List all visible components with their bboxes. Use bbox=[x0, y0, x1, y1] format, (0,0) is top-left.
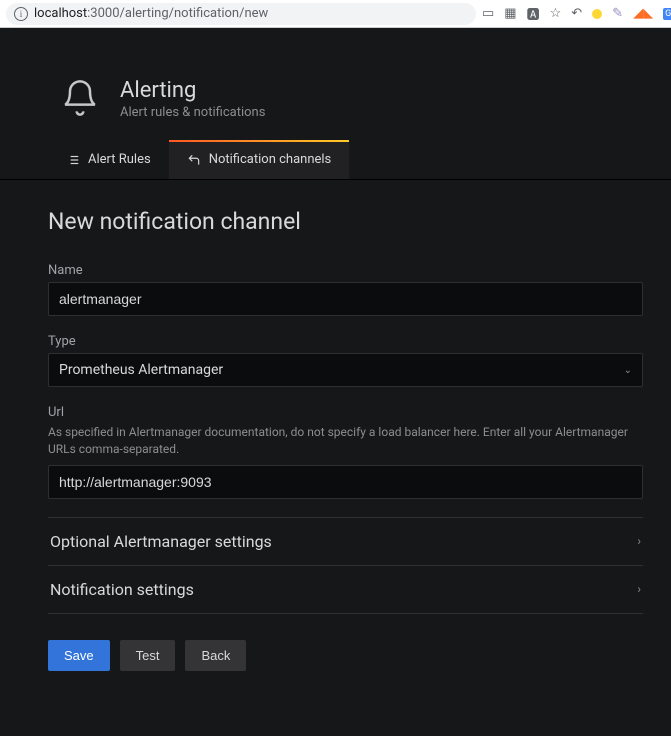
url-help-text: As specified in Alertmanager documentati… bbox=[48, 424, 641, 459]
page-header: Alerting Alert rules & notifications bbox=[0, 58, 671, 140]
optional-settings-label: Optional Alertmanager settings bbox=[50, 532, 272, 551]
undo-icon[interactable]: ↶ bbox=[571, 6, 582, 21]
feather-icon[interactable]: ✎ bbox=[612, 6, 623, 21]
reply-icon bbox=[187, 153, 201, 167]
info-icon[interactable]: i bbox=[14, 7, 28, 21]
page-title: Alerting bbox=[120, 78, 265, 103]
devices-icon[interactable]: ▭ bbox=[482, 6, 494, 21]
chevron-down-icon: ⌄ bbox=[624, 365, 632, 376]
type-select-value: Prometheus Alertmanager bbox=[59, 362, 223, 378]
notification-settings-label: Notification settings bbox=[50, 580, 194, 599]
chevron-right-icon: › bbox=[637, 534, 641, 548]
yellow-dot-icon[interactable] bbox=[592, 9, 602, 19]
tab-alert-rules[interactable]: Alert Rules bbox=[48, 140, 169, 179]
google-translate-icon[interactable]: G bbox=[663, 8, 671, 20]
qr-icon[interactable]: ▦ bbox=[504, 6, 516, 21]
page-subtitle: Alert rules & notifications bbox=[120, 105, 265, 120]
url-text: localhost:3000/alerting/notification/new bbox=[34, 6, 268, 21]
translate-ext-icon[interactable]: 🅰 bbox=[527, 4, 540, 23]
save-button[interactable]: Save bbox=[48, 640, 110, 671]
tab-notification-channels[interactable]: Notification channels bbox=[169, 140, 350, 179]
star-icon[interactable]: ☆ bbox=[550, 6, 562, 21]
page-heading: New notification channel bbox=[48, 208, 641, 235]
chevron-right-icon: › bbox=[637, 582, 641, 596]
url-field[interactable]: i localhost:3000/alerting/notification/n… bbox=[6, 3, 476, 25]
tab-notification-channels-label: Notification channels bbox=[209, 152, 332, 167]
gitlab-icon[interactable]: ◢◣ bbox=[633, 6, 653, 21]
back-button[interactable]: Back bbox=[185, 640, 246, 671]
type-select[interactable]: Prometheus Alertmanager ⌄ bbox=[48, 353, 643, 387]
name-input[interactable] bbox=[48, 282, 643, 316]
browser-toolbar-icons: ▭ ▦ 🅰 ☆ ↶ ✎ ◢◣ G 11:27 bbox=[482, 4, 671, 23]
browser-address-bar: i localhost:3000/alerting/notification/n… bbox=[0, 0, 671, 28]
notification-settings[interactable]: Notification settings › bbox=[48, 566, 643, 614]
url-label: Url bbox=[48, 405, 641, 420]
tabs: Alert Rules Notification channels bbox=[0, 140, 671, 180]
optional-alertmanager-settings[interactable]: Optional Alertmanager settings › bbox=[48, 517, 643, 566]
name-label: Name bbox=[48, 263, 641, 278]
list-icon bbox=[66, 153, 80, 167]
type-label: Type bbox=[48, 334, 641, 349]
test-button[interactable]: Test bbox=[120, 640, 176, 671]
tab-alert-rules-label: Alert Rules bbox=[88, 152, 151, 167]
bell-icon bbox=[60, 78, 100, 122]
url-input[interactable] bbox=[48, 465, 643, 499]
